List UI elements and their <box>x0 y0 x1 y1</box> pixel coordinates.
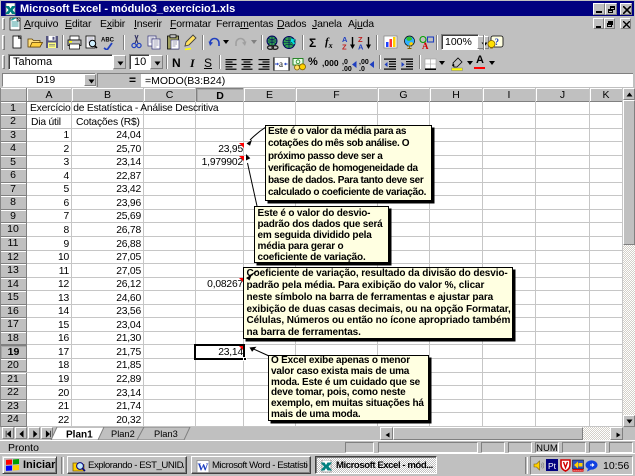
svg-text:Z: Z <box>342 43 347 51</box>
svg-text:ABC: ABC <box>101 38 115 44</box>
svg-text:,0: ,0 <box>359 66 365 71</box>
svg-text:A: A <box>422 41 429 50</box>
svg-text:W: W <box>198 462 209 474</box>
svg-text:Plan2: Plan2 <box>111 429 135 439</box>
svg-text:,00: ,00 <box>342 66 352 71</box>
svg-text:A: A <box>358 43 364 51</box>
svg-text:Plan1: Plan1 <box>66 429 93 440</box>
svg-text:,00: ,00 <box>359 59 369 66</box>
svg-text:Plan3: Plan3 <box>154 429 178 439</box>
svg-text:a: a <box>279 59 283 69</box>
svg-text:?: ? <box>495 37 500 47</box>
svg-text:,0: ,0 <box>342 59 348 66</box>
